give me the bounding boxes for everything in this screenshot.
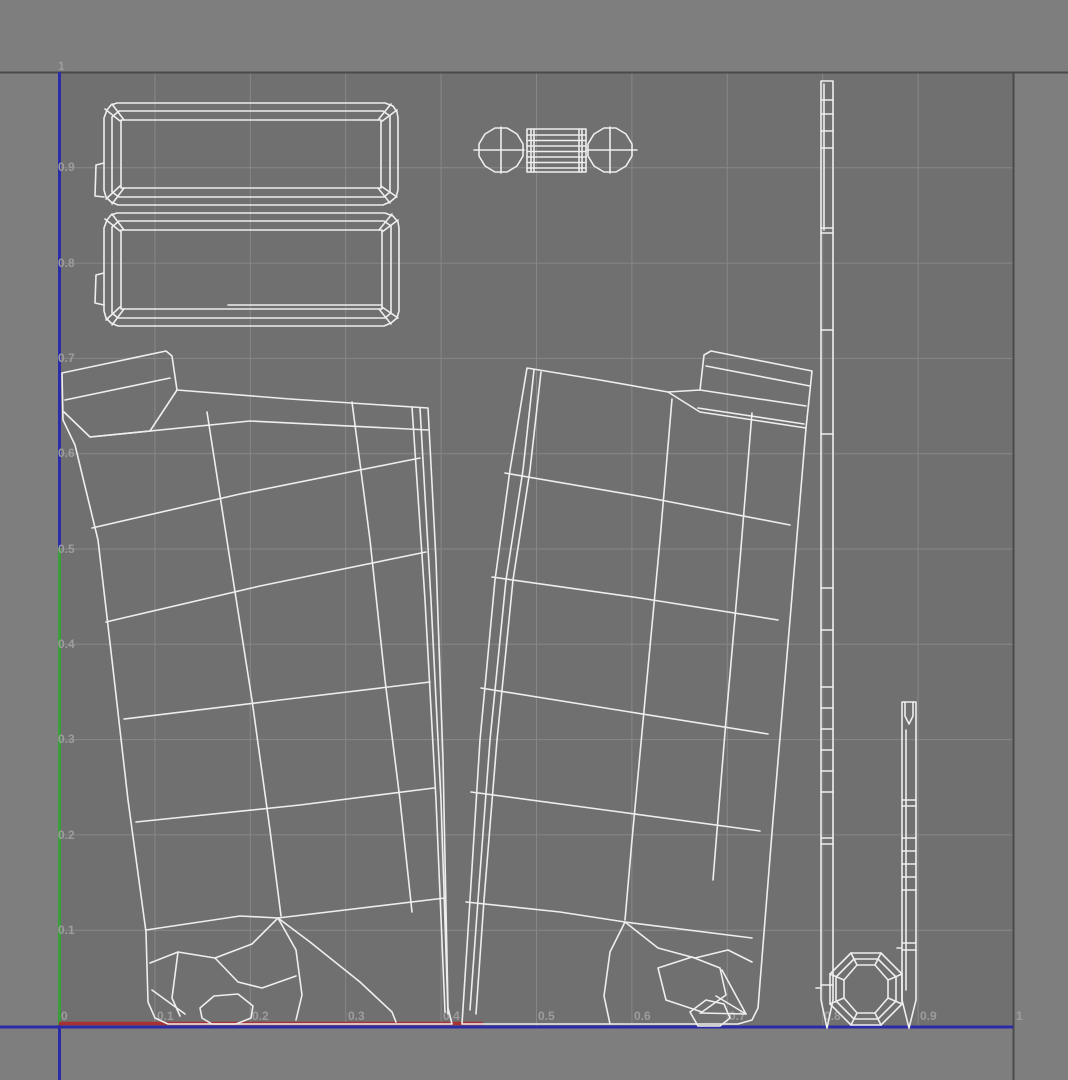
uv-edge-loop[interactable]: [699, 1012, 747, 1015]
u-axis-tick-label: 1: [1016, 1009, 1023, 1023]
u-axis-tick-label: 0.7: [729, 1009, 746, 1023]
uv-canvas[interactable]: 10.90.80.70.60.50.40.30.20.10 0.1 0.2 0.3 0.…: [0, 0, 1068, 1080]
u-axis-tick-label: 0.6: [634, 1009, 651, 1023]
v-axis-tick-label: 0: [61, 1009, 68, 1023]
u-axis-tick-label: 0.9: [920, 1009, 937, 1023]
v-axis-tick-label: 0.5: [58, 542, 75, 556]
u-axis-tick-label: 0.2: [252, 1009, 269, 1023]
v-axis-tick-label: 1: [58, 59, 65, 73]
v-axis-tick-label: 0.4: [58, 637, 75, 651]
v-axis-tick-label: 0.2: [58, 828, 75, 842]
v-axis-tick-label: 0.1: [58, 923, 75, 937]
u-axis-tick-label: 0.8: [824, 1009, 841, 1023]
u-axis-tick-label: 0.5: [538, 1009, 555, 1023]
v-axis-tick-label: 0.3: [58, 732, 75, 746]
v-axis-tick-label: 0.9: [58, 160, 75, 174]
v-axis-tick-label: 0.7: [58, 351, 75, 365]
v-axis-tick-label: 0.6: [58, 446, 75, 460]
v-axis-tick-label: 0.8: [58, 256, 75, 270]
uv-editor-viewport[interactable]: 1 0.9 0.8 0.7 0.6 0.5 0.4 0.3 0.2 0.1 0 0.1 0.2 0.3 0.…: [0, 0, 1068, 1080]
u-axis-tick-label: 0.3: [348, 1009, 365, 1023]
